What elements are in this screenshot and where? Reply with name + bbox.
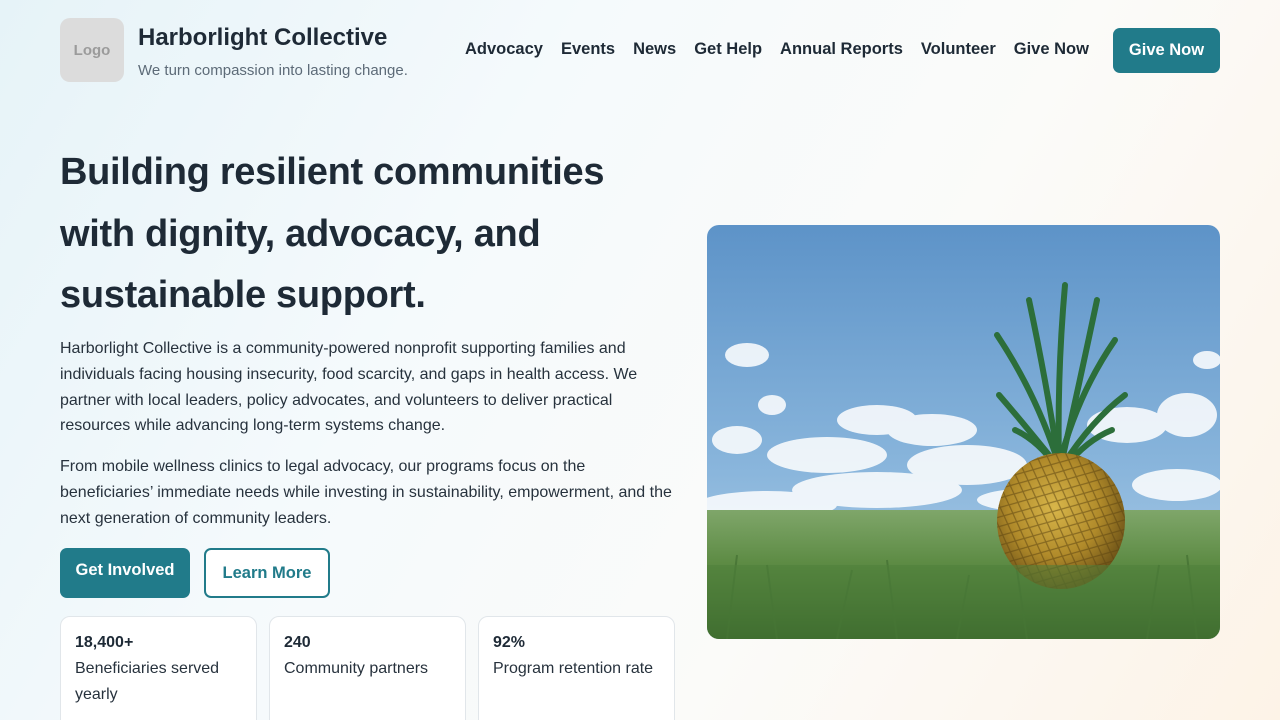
- stat-label: Program retention rate: [493, 660, 654, 677]
- pineapple-in-grass-photo: [707, 225, 1220, 639]
- nav-give-now[interactable]: Give Now: [1014, 40, 1089, 59]
- hero-paragraph-2: From mobile wellness clinics to legal ad…: [60, 458, 672, 527]
- nav-annual-reports[interactable]: Annual Reports: [780, 40, 903, 59]
- stat-label: Beneficiaries served yearly: [75, 660, 220, 703]
- give-now-button[interactable]: Give Now: [1113, 28, 1220, 73]
- logo[interactable]: Logo: [60, 18, 124, 82]
- nav-volunteer[interactable]: Volunteer: [921, 40, 996, 59]
- hero-image: [707, 225, 1220, 639]
- stat-card: 240 Community partners: [269, 616, 466, 720]
- stat-value: 92%: [493, 634, 526, 651]
- main-nav: Advocacy Events News Get Help Annual Rep…: [465, 40, 1089, 59]
- hero-headline: Building resilient communities with dign…: [60, 151, 605, 316]
- get-involved-button[interactable]: Get Involved: [60, 548, 190, 598]
- brand-name[interactable]: Harborlight Collective: [138, 24, 387, 52]
- nav-events[interactable]: Events: [561, 40, 615, 59]
- site-header: Logo Harborlight Collective We turn comp…: [60, 18, 1220, 82]
- nav-advocacy[interactable]: Advocacy: [465, 40, 543, 59]
- stat-card: 18,400+ Beneficiaries served yearly: [60, 616, 257, 720]
- stat-value: 240: [284, 634, 311, 651]
- nav-get-help[interactable]: Get Help: [694, 40, 762, 59]
- brand-tagline: We turn compassion into lasting change.: [138, 62, 408, 79]
- nav-news[interactable]: News: [633, 40, 676, 59]
- hero-paragraph-1: Harborlight Collective is a community-po…: [60, 340, 638, 435]
- stat-label: Community partners: [284, 660, 429, 677]
- learn-more-button[interactable]: Learn More: [204, 548, 330, 598]
- stat-card: 92% Program retention rate: [478, 616, 675, 720]
- stat-value: 18,400+: [75, 634, 134, 651]
